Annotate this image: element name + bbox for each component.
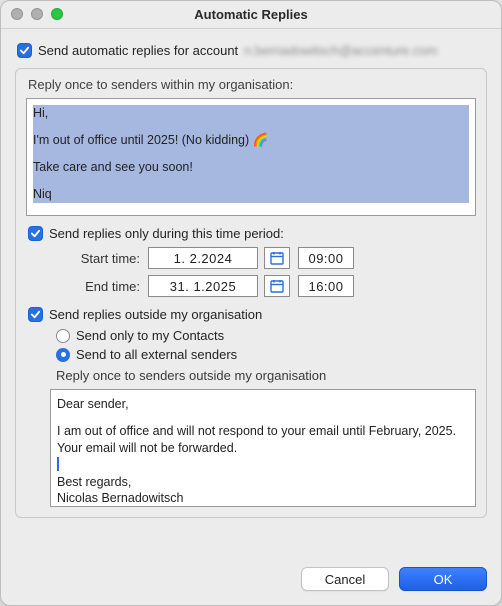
- check-icon: [30, 228, 41, 239]
- internal-line: I'm out of office until 2025! (No kiddin…: [33, 132, 469, 149]
- internal-line: Hi,: [33, 105, 469, 122]
- external-reply-header: Reply once to senders outside my organis…: [56, 368, 476, 383]
- zoom-window-button[interactable]: [51, 8, 63, 20]
- end-time-label: End time:: [46, 279, 142, 294]
- external-enable-label: Send replies outside my organisation: [49, 307, 262, 322]
- external-line: Nicolas Bernadowitsch: [57, 490, 469, 507]
- content-area: Send automatic replies for account n.ber…: [1, 29, 501, 555]
- radio-contacts-label: Send only to my Contacts: [76, 328, 224, 343]
- start-date-input[interactable]: 1. 2.2024: [148, 247, 258, 269]
- radio-all-row: Send to all external senders: [56, 347, 476, 362]
- time-period-row: Send replies only during this time perio…: [28, 226, 476, 241]
- external-enable-row: Send replies outside my organisation: [28, 307, 476, 322]
- internal-reply-textarea[interactable]: Hi, I'm out of office until 2025! (No ki…: [26, 98, 476, 216]
- internal-line: Niq: [33, 186, 469, 203]
- time-period-checkbox[interactable]: [28, 226, 43, 241]
- settings-group: Reply once to senders within my organisa…: [15, 68, 487, 518]
- start-date-picker-button[interactable]: [264, 247, 290, 269]
- automatic-replies-window: Automatic Replies Send automatic replies…: [0, 0, 502, 606]
- account-email: n.bernadowitsch@accenture.com: [244, 43, 437, 58]
- external-enable-checkbox[interactable]: [28, 307, 43, 322]
- internal-reply-header: Reply once to senders within my organisa…: [28, 77, 476, 92]
- time-period-label: Send replies only during this time perio…: [49, 226, 284, 241]
- external-reply-textarea[interactable]: Dear sender, I am out of office and will…: [50, 389, 476, 507]
- text-caret: [57, 457, 469, 474]
- external-line: I am out of office and will not respond …: [57, 423, 469, 457]
- end-date-input[interactable]: 31. 1.2025: [148, 275, 258, 297]
- external-line: Best regards,: [57, 474, 469, 491]
- start-time-input[interactable]: 09:00: [298, 247, 354, 269]
- dialog-footer: Cancel OK: [1, 555, 501, 605]
- calendar-icon: [269, 250, 285, 266]
- radio-all-external[interactable]: [56, 348, 70, 362]
- close-window-button[interactable]: [11, 8, 23, 20]
- end-time-input[interactable]: 16:00: [298, 275, 354, 297]
- window-title: Automatic Replies: [194, 7, 307, 22]
- enable-auto-replies-label: Send automatic replies for account: [38, 43, 238, 58]
- external-line: Dear sender,: [57, 396, 469, 413]
- cancel-button[interactable]: Cancel: [301, 567, 389, 591]
- calendar-icon: [269, 278, 285, 294]
- minimize-window-button[interactable]: [31, 8, 43, 20]
- check-icon: [30, 309, 41, 320]
- check-icon: [19, 45, 30, 56]
- internal-line: Take care and see you soon!: [33, 159, 469, 176]
- end-date-picker-button[interactable]: [264, 275, 290, 297]
- window-controls: [11, 8, 63, 20]
- radio-contacts-row: Send only to my Contacts: [56, 328, 476, 343]
- radio-contacts-only[interactable]: [56, 329, 70, 343]
- title-bar: Automatic Replies: [1, 1, 501, 29]
- start-time-label: Start time:: [46, 251, 142, 266]
- enable-auto-replies-row: Send automatic replies for account n.ber…: [17, 43, 487, 58]
- radio-all-label: Send to all external senders: [76, 347, 237, 362]
- enable-auto-replies-checkbox[interactable]: [17, 43, 32, 58]
- ok-button[interactable]: OK: [399, 567, 487, 591]
- time-grid: Start time: 1. 2.2024 09:00 End time: 31…: [46, 247, 476, 297]
